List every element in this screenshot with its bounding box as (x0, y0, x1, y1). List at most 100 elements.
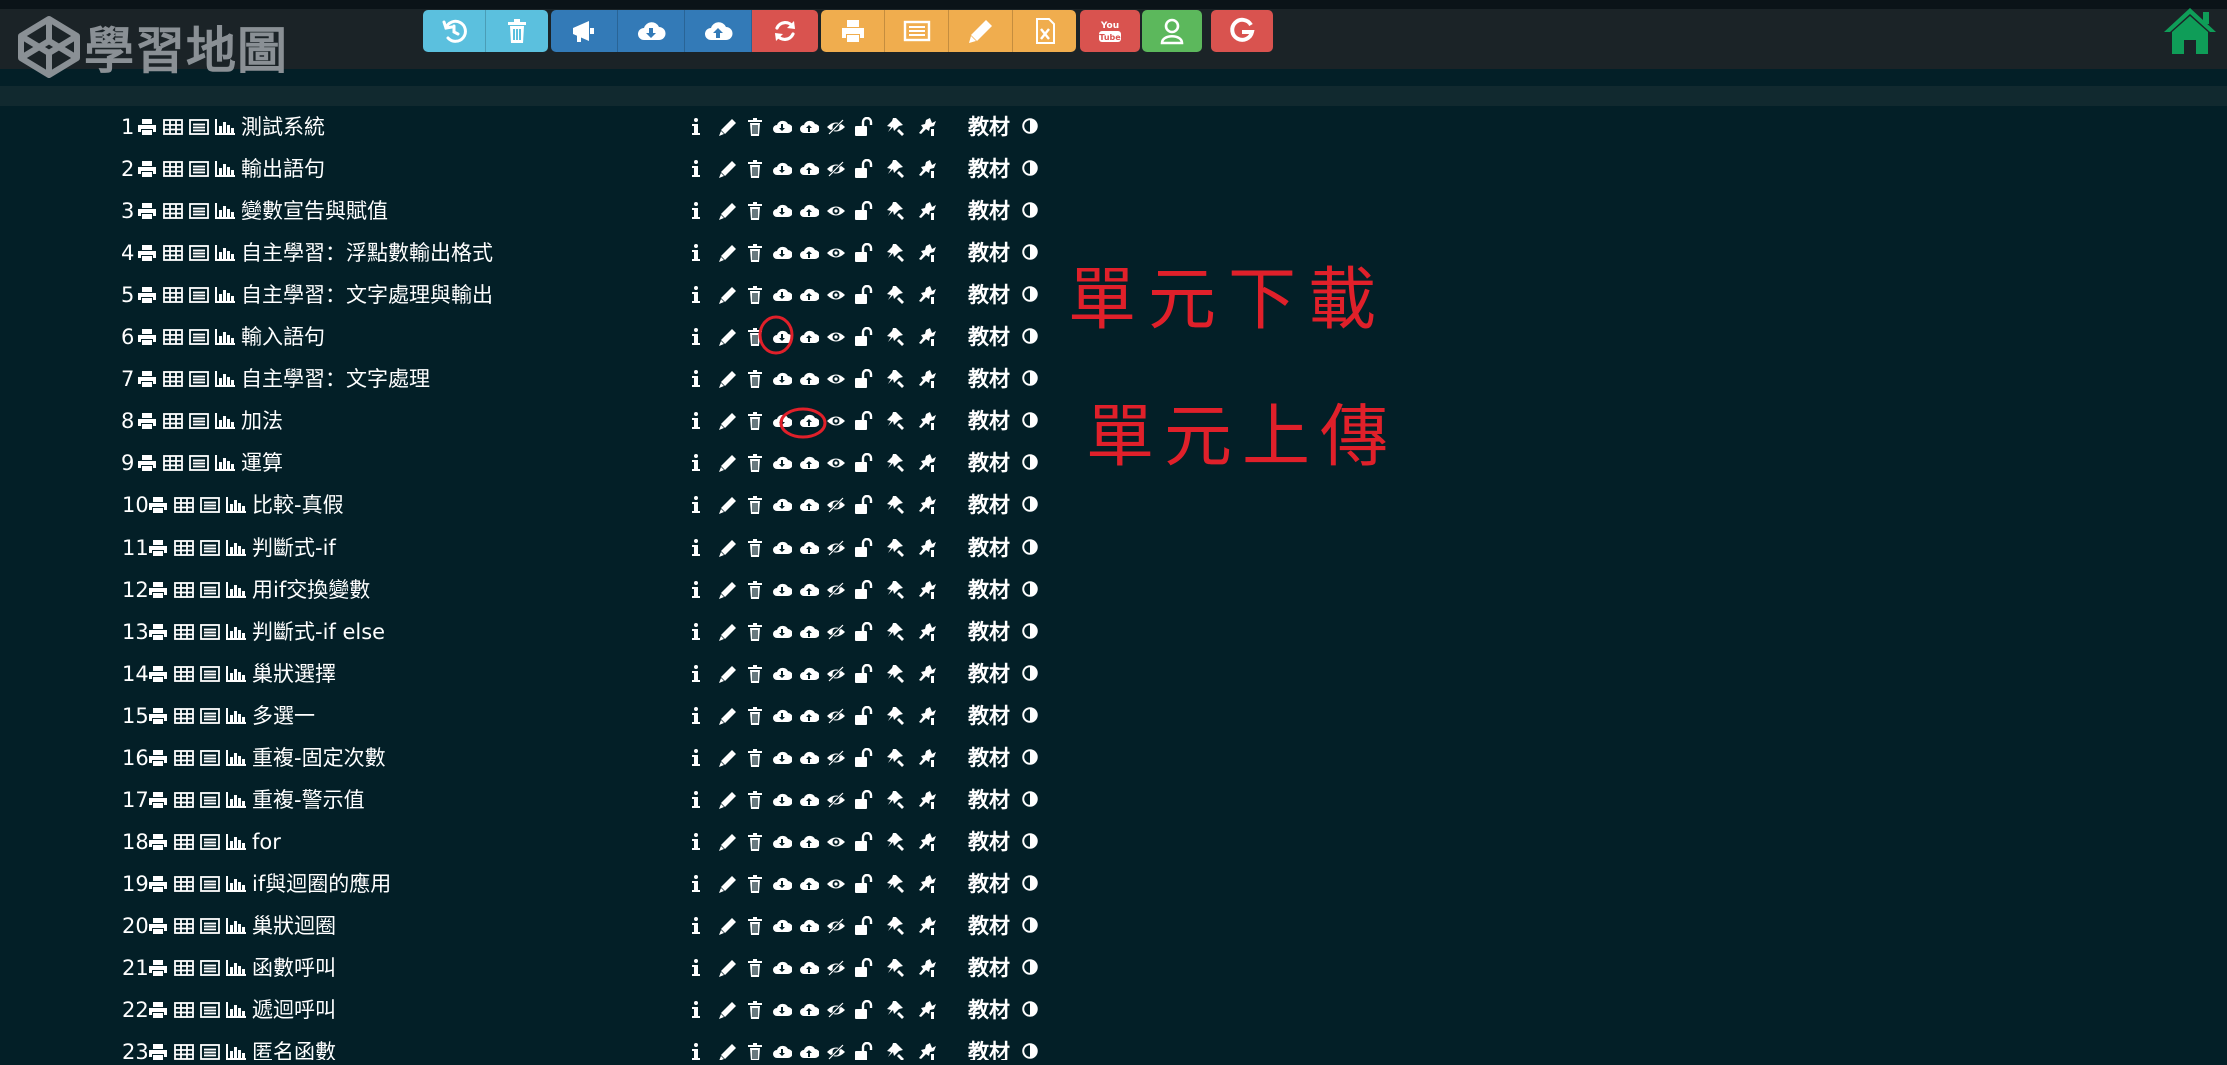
print-icon[interactable] (147, 874, 169, 894)
unlock-icon[interactable] (853, 664, 873, 684)
unit-title-link[interactable]: 判斷式-if (252, 527, 336, 569)
half-circle-icon[interactable] (1021, 748, 1039, 766)
list-icon[interactable] (199, 790, 221, 810)
unit-title-link[interactable]: 運算 (241, 442, 283, 484)
pin-down-icon[interactable] (917, 1000, 937, 1020)
list-icon[interactable] (199, 664, 221, 684)
unlock-icon[interactable] (853, 1000, 873, 1020)
trash-icon[interactable] (745, 958, 765, 978)
print-icon[interactable] (147, 1000, 169, 1020)
unit-title-link[interactable]: 判斷式-if else (252, 611, 385, 653)
print-icon[interactable] (147, 748, 169, 768)
unit-download-icon[interactable] (772, 1042, 792, 1060)
unit-download-icon[interactable] (772, 664, 792, 684)
pin-down-icon[interactable] (917, 790, 937, 810)
edit-icon[interactable] (718, 958, 738, 978)
unit-title-link[interactable]: 輸出語句 (241, 148, 325, 190)
edit-icon[interactable] (718, 495, 738, 515)
unit-upload-icon[interactable] (799, 411, 819, 431)
unit-title-link[interactable]: 自主學習：浮點數輸出格式 (241, 232, 493, 274)
edit-icon[interactable] (718, 790, 738, 810)
unit-title-link[interactable]: 重複-固定次數 (252, 737, 386, 779)
material-link[interactable]: 教材 (968, 400, 1010, 442)
pin-down-icon[interactable] (917, 664, 937, 684)
trash-icon[interactable] (745, 706, 765, 726)
unit-download-icon[interactable] (772, 327, 792, 347)
unit-download-icon[interactable] (772, 495, 792, 515)
home-icon[interactable] (2162, 6, 2218, 56)
print-icon[interactable] (147, 538, 169, 558)
edit-icon[interactable] (718, 622, 738, 642)
pin-up-icon[interactable] (885, 1000, 905, 1020)
unit-download-icon[interactable] (772, 453, 792, 473)
list-icon[interactable] (188, 201, 210, 221)
chart-icon[interactable] (225, 832, 247, 852)
print-icon[interactable] (136, 243, 158, 263)
edit-icon[interactable] (718, 748, 738, 768)
unit-title-link[interactable]: 自主學習：文字處理 (241, 358, 430, 400)
list-icon[interactable] (199, 832, 221, 852)
edit-icon[interactable] (718, 411, 738, 431)
eye-icon[interactable] (826, 411, 846, 431)
pin-up-icon[interactable] (885, 453, 905, 473)
list-icon[interactable] (199, 495, 221, 515)
edit-button[interactable] (949, 10, 1013, 52)
cloud-upload-button[interactable] (685, 10, 752, 52)
edit-icon[interactable] (718, 117, 738, 137)
print-button[interactable] (821, 10, 885, 52)
trash-icon[interactable] (745, 243, 765, 263)
edit-icon[interactable] (718, 453, 738, 473)
trash-icon[interactable] (745, 916, 765, 936)
print-icon[interactable] (136, 453, 158, 473)
pin-down-icon[interactable] (917, 832, 937, 852)
chart-icon[interactable] (214, 243, 236, 263)
pin-down-icon[interactable] (917, 958, 937, 978)
info-icon[interactable] (686, 706, 706, 726)
unlock-icon[interactable] (853, 117, 873, 137)
edit-icon[interactable] (718, 285, 738, 305)
eye-slash-icon[interactable] (826, 580, 846, 600)
unlock-icon[interactable] (853, 369, 873, 389)
announce-button[interactable] (551, 10, 618, 52)
unit-download-icon[interactable] (772, 916, 792, 936)
unit-title-link[interactable]: if與迴圈的應用 (252, 863, 391, 905)
excel-button[interactable] (1013, 10, 1076, 52)
material-link[interactable]: 教材 (968, 737, 1010, 779)
list-icon[interactable] (199, 1000, 221, 1020)
table-icon[interactable] (173, 538, 195, 558)
unit-title-link[interactable]: 自主學習：文字處理與輸出 (241, 274, 493, 316)
unit-download-icon[interactable] (772, 874, 792, 894)
unit-title-link[interactable]: 多選一 (252, 695, 315, 737)
print-icon[interactable] (136, 411, 158, 431)
print-icon[interactable] (147, 495, 169, 515)
unit-download-icon[interactable] (772, 201, 792, 221)
edit-icon[interactable] (718, 706, 738, 726)
half-circle-icon[interactable] (1021, 664, 1039, 682)
list-button[interactable] (885, 10, 949, 52)
half-circle-icon[interactable] (1021, 832, 1039, 850)
unlock-icon[interactable] (853, 832, 873, 852)
info-icon[interactable] (686, 243, 706, 263)
pin-up-icon[interactable] (885, 411, 905, 431)
unlock-icon[interactable] (853, 916, 873, 936)
print-icon[interactable] (147, 706, 169, 726)
unit-upload-icon[interactable] (799, 285, 819, 305)
unit-upload-icon[interactable] (799, 327, 819, 347)
trash-icon[interactable] (745, 1000, 765, 1020)
trash-icon[interactable] (745, 538, 765, 558)
table-icon[interactable] (173, 1000, 195, 1020)
chart-icon[interactable] (225, 622, 247, 642)
table-icon[interactable] (162, 201, 184, 221)
pin-down-icon[interactable] (917, 1042, 937, 1060)
half-circle-icon[interactable] (1021, 1000, 1039, 1018)
unlock-icon[interactable] (853, 411, 873, 431)
print-icon[interactable] (147, 622, 169, 642)
edit-icon[interactable] (718, 1042, 738, 1060)
half-circle-icon[interactable] (1021, 411, 1039, 429)
unit-upload-icon[interactable] (799, 748, 819, 768)
table-icon[interactable] (162, 327, 184, 347)
pin-up-icon[interactable] (885, 495, 905, 515)
pin-up-icon[interactable] (885, 832, 905, 852)
info-icon[interactable] (686, 285, 706, 305)
half-circle-icon[interactable] (1021, 538, 1039, 556)
